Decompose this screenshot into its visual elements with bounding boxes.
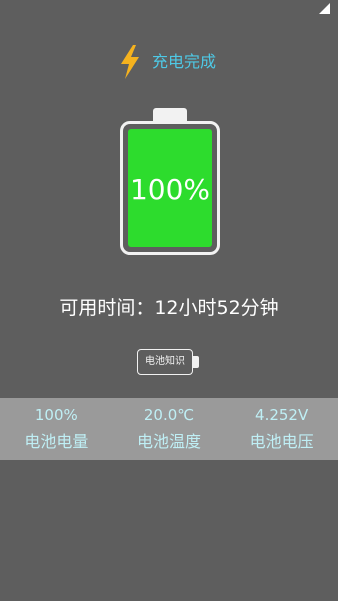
stat-label: 电池温度 <box>136 432 201 451</box>
battery-percent: 100% <box>129 173 211 206</box>
lightning-bolt-icon <box>121 45 139 79</box>
charge-status-label: 充电完成 <box>152 52 217 71</box>
stat-battery-voltage: 4.252V 电池电压 <box>225 398 338 460</box>
stat-battery-temperature: 20.0℃ 电池温度 <box>113 398 226 460</box>
stat-value: 20.0℃ <box>143 406 195 424</box>
battery-indicator: 100% <box>120 108 220 255</box>
remaining-time: 可用时间：12小时52分钟 <box>59 297 279 319</box>
stat-value: 100% <box>34 406 78 424</box>
battery-knowledge-button[interactable]: 电池知识 <box>137 349 193 375</box>
battery-body: 100% <box>120 121 220 255</box>
status-bar <box>0 0 338 18</box>
signal-icon <box>319 3 330 14</box>
stat-battery-level: 100% 电池电量 <box>0 398 113 460</box>
battery-knowledge-button-tip <box>193 356 199 368</box>
battery-cap <box>153 108 187 122</box>
battery-stats-bar: 100% 电池电量 20.0℃ 电池温度 4.252V 电池电压 <box>0 398 338 460</box>
stat-label: 电池电量 <box>24 432 89 451</box>
charge-header: 充电完成 <box>0 44 338 80</box>
stat-label: 电池电压 <box>249 432 314 451</box>
stat-value: 4.252V <box>255 406 309 424</box>
